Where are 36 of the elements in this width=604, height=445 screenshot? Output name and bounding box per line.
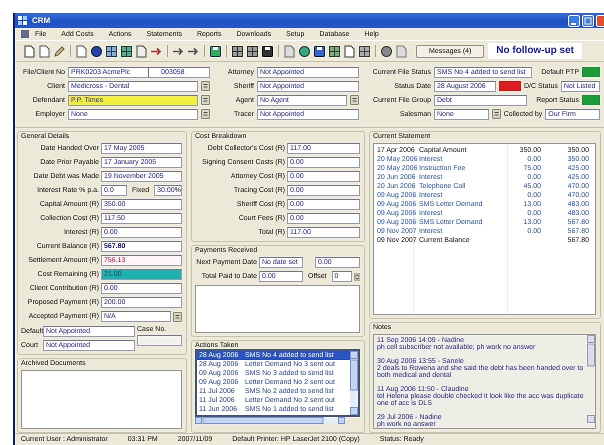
pencil-icon[interactable] [53,44,66,58]
app-icon [18,16,28,26]
lookup-button-icon[interactable] [173,312,182,322]
lookup-button-icon[interactable] [492,109,501,119]
page-icon[interactable] [75,44,88,58]
grid-icon[interactable] [231,44,244,58]
lookup-button-icon[interactable] [201,95,210,105]
minimize-icon[interactable] [568,14,580,26]
actions-list[interactable] [195,349,360,417]
grid-icon[interactable] [358,44,371,58]
grid-icon[interactable] [246,44,259,58]
page-icon[interactable] [23,44,36,58]
lookup-button-icon[interactable] [350,95,359,105]
grid-icon[interactable] [328,44,341,58]
maximize-icon[interactable] [582,14,594,26]
vertical-scrollbar-icon[interactable] [587,335,595,423]
lookup-button-icon[interactable] [201,109,210,119]
circle-icon[interactable] [90,44,103,58]
window-title: CRM [32,16,50,25]
page-icon[interactable] [135,44,148,58]
text-field[interactable] [137,335,182,346]
document-list[interactable] [21,370,182,429]
vertical-scrollbar-icon[interactable] [350,351,358,415]
follow-up-status: No follow-up set [488,43,582,59]
spin-icon[interactable] [354,272,360,282]
notes-box[interactable] [373,334,596,429]
grid-icon[interactable] [120,44,133,58]
circle-icon[interactable] [298,44,311,58]
close-icon[interactable] [596,14,604,26]
page-icon[interactable] [38,44,51,58]
grid-icon[interactable] [105,44,118,58]
lookup-button-icon[interactable] [201,81,210,91]
menu-app-icon [21,30,29,38]
page-icon[interactable] [343,44,356,58]
circle-icon[interactable] [380,44,393,58]
horizontal-scrollbar-icon[interactable] [195,417,345,424]
